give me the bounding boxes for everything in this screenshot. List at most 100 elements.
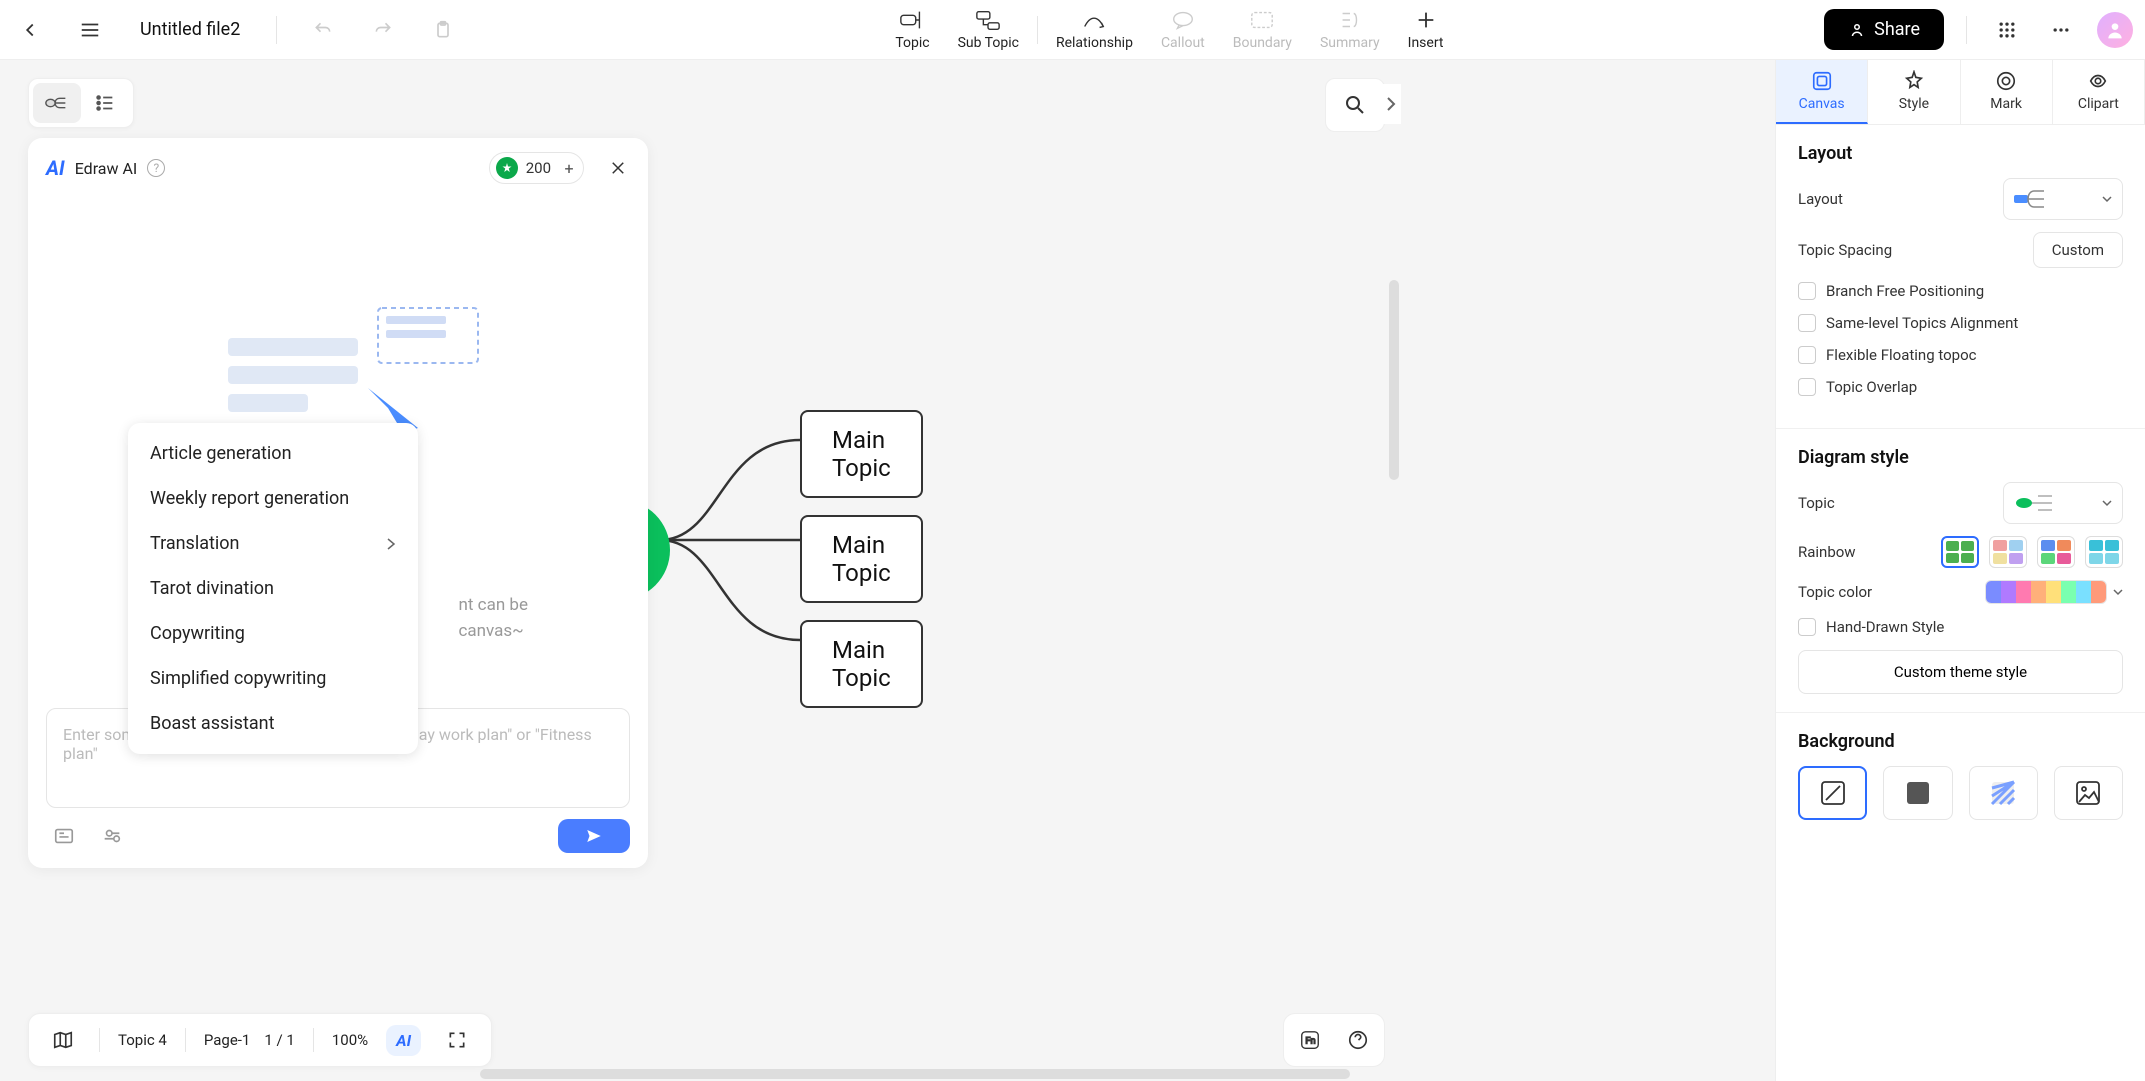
canvas-area[interactable]: ain Idea Main Topic Main Topic Main Topi… <box>0 60 1775 1081</box>
rainbow-swatch-3[interactable] <box>2037 536 2075 568</box>
tab-style[interactable]: Style <box>1868 60 1960 124</box>
search-button[interactable] <box>1325 78 1385 132</box>
checkbox-icon <box>1798 618 1816 636</box>
summary-tool[interactable]: Summary <box>1306 5 1394 55</box>
menu-label: Boast assistant <box>150 713 274 734</box>
add-credits-icon[interactable]: + <box>559 158 579 178</box>
custom-theme-button[interactable]: Custom theme style <box>1798 650 2123 694</box>
main-topic-1[interactable]: Main Topic <box>800 410 923 498</box>
ai-settings-icon[interactable] <box>94 818 130 854</box>
main-topic-3[interactable]: Main Topic <box>800 620 923 708</box>
menu-tarot[interactable]: Tarot divination <box>128 566 418 611</box>
credits-chip[interactable]: 200 + <box>489 152 584 184</box>
ai-history-icon[interactable] <box>46 818 82 854</box>
paste-button[interactable] <box>425 12 461 48</box>
tab-clipart[interactable]: Clipart <box>2053 60 2145 124</box>
vertical-scrollbar[interactable] <box>1389 280 1399 480</box>
share-label: Share <box>1874 19 1920 40</box>
menu-copywriting[interactable]: Copywriting <box>128 611 418 656</box>
menu-label: Translation <box>150 533 240 554</box>
page-indicator[interactable]: Page-1 1 / 1 <box>204 1031 295 1049</box>
bottom-right-tools: Fn <box>1283 1013 1385 1067</box>
chevron-down-icon[interactable] <box>2113 587 2123 597</box>
share-button[interactable]: Share <box>1824 9 1944 50</box>
callout-tool[interactable]: Callout <box>1147 5 1219 55</box>
menu-simplified-copywriting[interactable]: Simplified copywriting <box>128 656 418 701</box>
user-avatar[interactable] <box>2097 12 2133 48</box>
custom-spacing-button[interactable]: Custom <box>2033 232 2123 268</box>
zoom-level[interactable]: 100% <box>332 1031 368 1049</box>
menu-label: Copywriting <box>150 623 245 644</box>
insert-label: Insert <box>1408 35 1444 51</box>
chevron-right-icon <box>386 538 396 550</box>
outline-view[interactable] <box>81 83 129 123</box>
ai-badge[interactable]: AI <box>386 1025 421 1056</box>
send-button[interactable] <box>558 819 630 853</box>
rainbow-swatch-4[interactable] <box>2085 536 2123 568</box>
background-heading: Background <box>1798 731 2123 752</box>
rainbow-swatch-1[interactable] <box>1941 536 1979 568</box>
menu-label: Tarot divination <box>150 578 274 599</box>
chevron-down-icon <box>2102 194 2112 204</box>
bg-solid[interactable] <box>1883 766 1952 820</box>
redo-button[interactable] <box>365 12 401 48</box>
topic-style-label: Topic <box>1798 494 1835 512</box>
relationship-label: Relationship <box>1056 35 1133 51</box>
summary-label: Summary <box>1320 35 1380 51</box>
check-label: Flexible Floating topoc <box>1826 346 1977 364</box>
boundary-label: Boundary <box>1233 35 1292 51</box>
insert-tool[interactable]: Insert <box>1394 5 1458 55</box>
boundary-tool[interactable]: Boundary <box>1219 5 1306 55</box>
bg-none[interactable] <box>1798 766 1867 820</box>
relationship-tool[interactable]: Relationship <box>1042 5 1147 55</box>
help-icon[interactable]: ? <box>147 159 165 177</box>
checkbox-icon <box>1798 378 1816 396</box>
collapse-panel-button[interactable] <box>1381 84 1401 124</box>
topic-color-palette[interactable] <box>1985 580 2107 604</box>
back-button[interactable] <box>12 12 48 48</box>
bottom-bar: Topic 4 Page-1 1 / 1 100% AI <box>28 1013 492 1067</box>
menu-button[interactable] <box>72 12 108 48</box>
undo-button[interactable] <box>305 12 341 48</box>
close-icon[interactable] <box>606 156 630 180</box>
menu-weekly-report[interactable]: Weekly report generation <box>128 476 418 521</box>
tab-mark[interactable]: Mark <box>1961 60 2053 124</box>
filename[interactable]: Untitled file2 <box>132 19 248 40</box>
branch-free-check[interactable]: Branch Free Positioning <box>1798 282 2123 300</box>
function-icon[interactable]: Fn <box>1292 1022 1328 1058</box>
help-icon[interactable] <box>1340 1022 1376 1058</box>
menu-article-generation[interactable]: Article generation <box>128 431 418 476</box>
rainbow-swatch-2[interactable] <box>1989 536 2027 568</box>
tab-label: Canvas <box>1799 96 1845 112</box>
menu-translation[interactable]: Translation <box>128 521 418 566</box>
hand-drawn-check[interactable]: Hand-Drawn Style <box>1798 618 2123 636</box>
more-button[interactable] <box>2043 12 2079 48</box>
bg-stripes[interactable] <box>1969 766 2038 820</box>
topic-style-select[interactable] <box>2003 482 2123 524</box>
mindmap-view[interactable] <box>33 83 81 123</box>
flexible-float-check[interactable]: Flexible Floating topoc <box>1798 346 2123 364</box>
bg-image[interactable] <box>2054 766 2123 820</box>
svg-text:Fn: Fn <box>1305 1037 1315 1047</box>
topic-overlap-check[interactable]: Topic Overlap <box>1798 378 2123 396</box>
apps-button[interactable] <box>1989 12 2025 48</box>
fullscreen-icon[interactable] <box>439 1022 475 1058</box>
main-topic-2[interactable]: Main Topic <box>800 515 923 603</box>
map-icon[interactable] <box>45 1022 81 1058</box>
subtopic-tool[interactable]: Sub Topic <box>944 5 1033 55</box>
check-label: Branch Free Positioning <box>1826 282 1984 300</box>
topic-preview-icon <box>2014 491 2058 515</box>
credits-count: 200 <box>526 159 551 177</box>
page-nav: 1 / 1 <box>264 1031 295 1049</box>
menu-label: Weekly report generation <box>150 488 349 509</box>
layout-select[interactable] <box>2003 178 2123 220</box>
rainbow-label: Rainbow <box>1798 543 1856 561</box>
tab-canvas[interactable]: Canvas <box>1776 60 1868 124</box>
hint-line: canvas~ <box>459 619 528 645</box>
horizontal-scrollbar[interactable] <box>480 1069 1350 1079</box>
same-level-check[interactable]: Same-level Topics Alignment <box>1798 314 2123 332</box>
topic-tool[interactable]: Topic <box>881 5 943 55</box>
checkbox-icon <box>1798 346 1816 364</box>
menu-boast-assistant[interactable]: Boast assistant <box>128 701 418 746</box>
checkbox-icon <box>1798 282 1816 300</box>
